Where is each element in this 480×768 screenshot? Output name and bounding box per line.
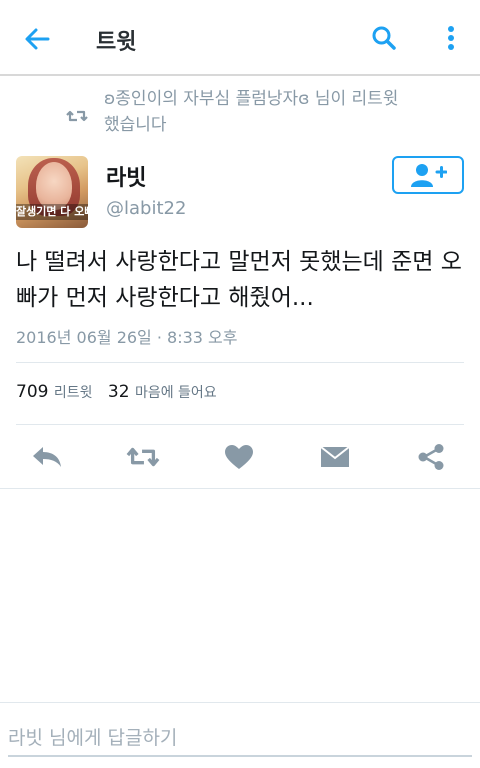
- like-button[interactable]: [222, 442, 256, 472]
- retweeted-by-text[interactable]: ʚ종인이의 자부심 플럼낭자ɞ 님이 리트윗했습니다: [104, 86, 404, 138]
- search-icon: [372, 26, 396, 50]
- avatar[interactable]: 잘생기면 다 오빠: [16, 156, 88, 228]
- back-button[interactable]: [20, 22, 54, 56]
- envelope-icon: [320, 446, 350, 467]
- author-name[interactable]: 라빗: [106, 160, 146, 192]
- tweet-timestamp: 2016년 06월 26일 · 8:33 오후: [16, 328, 238, 347]
- reply-icon: [33, 447, 61, 467]
- divider: [16, 424, 464, 425]
- direct-message-button[interactable]: [318, 442, 352, 472]
- divider: [16, 362, 464, 363]
- retweet-count-label[interactable]: 리트윗: [54, 385, 93, 401]
- avatar-caption: 잘생기면 다 오빠: [16, 204, 88, 220]
- tweet-text: 나 떨려서 사랑한다고 말먼저 못했는데 준면 오빠가 먼저 사랑한다고 해줬어…: [16, 249, 462, 311]
- page-title: 트윗: [96, 30, 137, 55]
- like-count-label[interactable]: 마음에 들어요: [135, 385, 217, 401]
- tweet-actions-bar: [0, 432, 480, 482]
- retweet-icon: [126, 447, 160, 467]
- heart-icon: [225, 445, 253, 469]
- top-app-bar: 트윗: [0, 0, 480, 76]
- reply-input[interactable]: [8, 721, 472, 757]
- retweet-button[interactable]: [126, 442, 160, 472]
- retweet-icon: [66, 110, 88, 122]
- more-options-button[interactable]: [440, 22, 462, 54]
- author-handle[interactable]: @labit22: [106, 198, 186, 219]
- tweet-stats: 709 리트윗 32 마음에 들어요: [16, 382, 227, 408]
- more-vertical-icon: [448, 26, 454, 50]
- share-icon: [418, 444, 444, 470]
- divider: [0, 488, 480, 489]
- reply-bar: [0, 702, 480, 768]
- like-count[interactable]: 32: [108, 382, 130, 402]
- add-user-icon: [411, 164, 447, 187]
- retweet-count[interactable]: 709: [16, 382, 48, 402]
- avatar-face: [36, 162, 72, 210]
- share-button[interactable]: [414, 442, 448, 472]
- tweet-author: 잘생기면 다 오빠 라빗 @labit22: [16, 156, 464, 228]
- follow-button[interactable]: [392, 156, 464, 194]
- reply-button[interactable]: [30, 442, 64, 472]
- search-button[interactable]: [368, 22, 400, 54]
- arrow-left-icon: [25, 28, 50, 50]
